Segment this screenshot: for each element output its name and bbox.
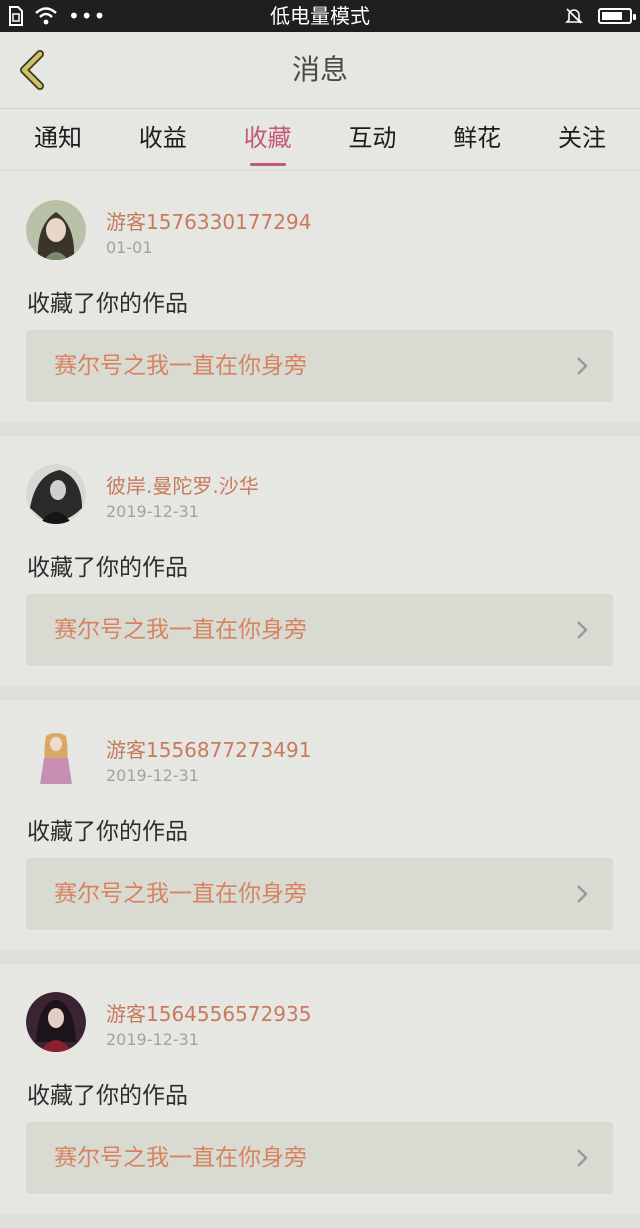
work-link[interactable]: 赛尔号之我一直在你身旁 xyxy=(26,330,613,402)
battery-icon xyxy=(598,8,636,24)
username[interactable]: 游客1564556572935 xyxy=(106,998,311,1027)
chevron-right-icon xyxy=(577,1149,588,1167)
page-title: 消息 xyxy=(291,53,348,86)
date: 2019-12-31 xyxy=(106,766,199,785)
avatar[interactable] xyxy=(26,728,86,788)
work-title: 赛尔号之我一直在你身旁 xyxy=(54,617,307,643)
tab-follows[interactable]: 关注 xyxy=(532,109,632,170)
action-text: 收藏了你的作品 xyxy=(27,819,188,845)
tab-flowers[interactable]: 鲜花 xyxy=(427,109,527,170)
status-title: 低电量模式 xyxy=(270,4,370,28)
action-text: 收藏了你的作品 xyxy=(27,555,188,581)
chevron-right-icon xyxy=(577,885,588,903)
tab-interactions[interactable]: 互动 xyxy=(322,109,422,170)
list-item: 彼岸.曼陀罗.沙华 2019-12-31 收藏了你的作品 赛尔号之我一直在你身旁 xyxy=(0,436,640,700)
message-list: 游客1576330177294 01-01 收藏了你的作品 赛尔号之我一直在你身… xyxy=(0,172,640,1228)
tab-earnings[interactable]: 收益 xyxy=(113,109,213,170)
work-link[interactable]: 赛尔号之我一直在你身旁 xyxy=(26,858,613,930)
silent-bell-icon xyxy=(565,8,583,24)
date: 2019-12-31 xyxy=(106,502,199,521)
work-title: 赛尔号之我一直在你身旁 xyxy=(54,1145,307,1171)
date: 01-01 xyxy=(106,238,153,257)
action-text: 收藏了你的作品 xyxy=(27,291,188,317)
status-bar: ••• 低电量模式 xyxy=(0,0,640,32)
work-title: 赛尔号之我一直在你身旁 xyxy=(54,353,307,379)
date: 2019-12-31 xyxy=(106,1030,199,1049)
username[interactable]: 彼岸.曼陀罗.沙华 xyxy=(106,470,259,499)
list-item: 游客1576330177294 01-01 收藏了你的作品 赛尔号之我一直在你身… xyxy=(0,172,640,436)
work-title: 赛尔号之我一直在你身旁 xyxy=(54,881,307,907)
avatar[interactable] xyxy=(26,992,86,1052)
chevron-right-icon xyxy=(577,621,588,639)
action-text: 收藏了你的作品 xyxy=(27,1083,188,1109)
list-item: 游客1564556572935 2019-12-31 收藏了你的作品 赛尔号之我… xyxy=(0,964,640,1228)
work-link[interactable]: 赛尔号之我一直在你身旁 xyxy=(26,1122,613,1194)
chevron-right-icon xyxy=(577,357,588,375)
list-item: 游客1556877273491 2019-12-31 收藏了你的作品 赛尔号之我… xyxy=(0,700,640,964)
username[interactable]: 游客1576330177294 xyxy=(106,206,311,235)
tab-notify[interactable]: 通知 xyxy=(8,109,108,170)
avatar[interactable] xyxy=(26,464,86,524)
tab-favorites[interactable]: 收藏 xyxy=(218,109,318,170)
nav-bar: 消息 xyxy=(0,32,640,109)
tab-bar: 通知 收益 收藏 互动 鲜花 关注 xyxy=(0,109,640,171)
work-link[interactable]: 赛尔号之我一直在你身旁 xyxy=(26,594,613,666)
avatar[interactable] xyxy=(26,200,86,260)
username[interactable]: 游客1556877273491 xyxy=(106,734,311,763)
status-right xyxy=(564,5,636,27)
